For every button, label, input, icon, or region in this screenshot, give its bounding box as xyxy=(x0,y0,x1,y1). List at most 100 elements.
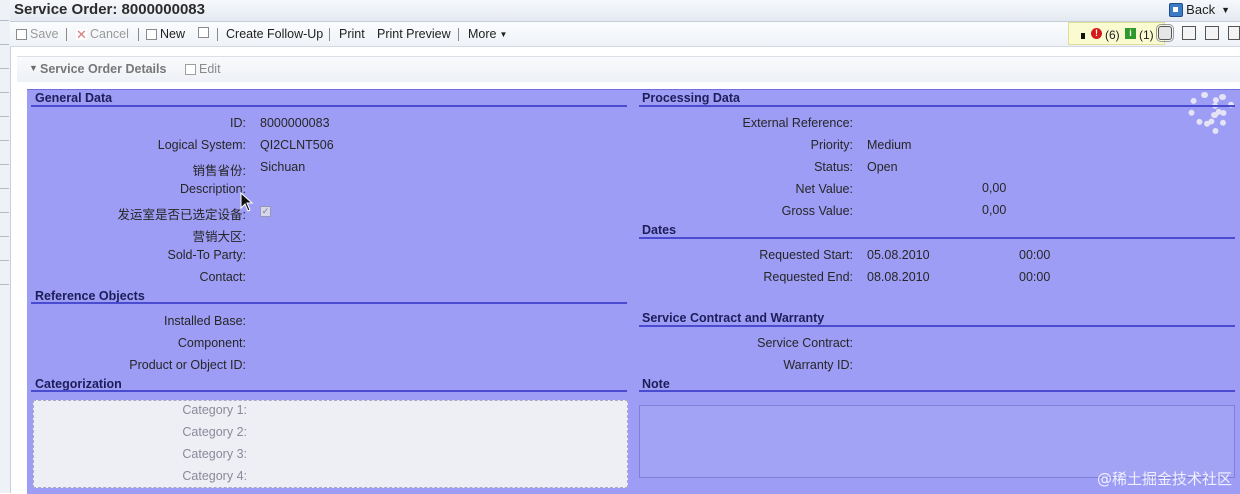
reference-objects-header: Reference Objects xyxy=(35,289,145,303)
contact-label: Contact: xyxy=(199,270,246,284)
service-contract-label: Service Contract: xyxy=(757,336,853,350)
wrench-icon[interactable] xyxy=(1228,26,1240,40)
priority-value: Medium xyxy=(867,138,912,152)
service-contract-header: Service Contract and Warranty xyxy=(642,311,825,325)
save-label: Save xyxy=(30,27,59,41)
section-divider xyxy=(31,105,627,107)
save-icon xyxy=(16,28,27,40)
cancel-button[interactable]: ✕ Cancel xyxy=(76,27,129,41)
gears-icon xyxy=(1186,92,1234,134)
more-label: More xyxy=(468,27,497,41)
toolbar: Save ✕ Cancel New Create Follow-Up Print … xyxy=(10,22,1240,47)
panel-title[interactable]: Service Order Details xyxy=(40,62,166,76)
processing-data-header: Processing Data xyxy=(642,91,740,105)
info-icon: i xyxy=(1125,28,1136,39)
document-search-icon[interactable] xyxy=(1182,26,1196,40)
note-header: Note xyxy=(642,377,670,391)
category-3-label: Category 3: xyxy=(182,447,247,461)
error-count: (6) xyxy=(1105,28,1120,42)
more-menu[interactable]: More ▼ xyxy=(468,27,507,41)
service-order-details-header: ▼ Service Order Details Edit xyxy=(17,56,1240,82)
new-document-icon xyxy=(146,28,157,40)
section-divider xyxy=(639,390,1235,392)
requested-start-time: 00:00 xyxy=(1019,248,1051,262)
categorization-header: Categorization xyxy=(35,377,122,391)
sold-to-party-label: Sold-To Party: xyxy=(167,248,246,262)
print-preview-button[interactable]: Print Preview xyxy=(377,27,451,41)
priority-label: Priority: xyxy=(810,138,853,152)
product-object-id-label: Product or Object ID: xyxy=(129,358,246,372)
net-value-label: Net Value: xyxy=(795,182,853,196)
section-divider xyxy=(31,302,627,304)
id-label: ID: xyxy=(230,116,246,130)
separator xyxy=(329,28,330,41)
edit-label: Edit xyxy=(199,62,221,76)
chevron-down-icon: ▼ xyxy=(499,29,508,39)
equipment-selected-label: 发运室是否已选定设备: xyxy=(117,208,246,222)
copy-button[interactable] xyxy=(198,27,209,38)
new-label: New xyxy=(160,27,186,41)
error-icon: ! xyxy=(1091,28,1102,39)
section-divider xyxy=(639,325,1235,327)
left-edge-strip xyxy=(0,0,11,493)
watermark: @稀土掘金技术社区 xyxy=(1096,470,1232,488)
print-button[interactable]: Print xyxy=(339,27,365,41)
warranty-id-label: Warranty ID: xyxy=(783,358,853,372)
section-divider xyxy=(639,237,1235,239)
general-data-header: General Data xyxy=(35,91,113,105)
dates-header: Dates xyxy=(642,223,677,237)
cancel-icon: ✕ xyxy=(76,26,87,42)
description-label: Description: xyxy=(180,182,246,196)
separator xyxy=(66,28,67,41)
component-label: Component: xyxy=(177,336,246,350)
gross-value-label: Gross Value: xyxy=(781,204,853,218)
edit-button[interactable]: Edit xyxy=(185,62,221,76)
logical-system-value: QI2CLNT506 xyxy=(260,138,334,152)
new-button[interactable]: New xyxy=(146,27,185,41)
categorization-box: Category 1: Category 2: Category 3: Cate… xyxy=(33,400,628,488)
installed-base-label: Installed Base: xyxy=(164,314,246,328)
gross-value: 0,00 xyxy=(982,203,1007,217)
back-button[interactable]: Back ▼ xyxy=(1169,2,1230,17)
net-value: 0,00 xyxy=(982,181,1007,195)
edit-icon xyxy=(185,63,196,75)
title-bar: Service Order: 8000000083 Back ▼ xyxy=(10,0,1240,22)
cursor-icon xyxy=(1081,33,1085,39)
info-count: (1) xyxy=(1139,28,1154,42)
marketing-region-label: 营销大区: xyxy=(192,230,246,244)
copy-icon xyxy=(198,27,209,38)
separator xyxy=(458,28,459,41)
equipment-selected-checkbox[interactable]: ✓ xyxy=(260,206,271,217)
category-4-label: Category 4: xyxy=(182,469,247,483)
id-value: 8000000083 xyxy=(260,116,330,130)
details-content: General Data ID: 8000000083 Logical Syst… xyxy=(27,89,1240,494)
message-bar[interactable]: ! (6) i (1) xyxy=(1068,22,1165,45)
requested-end-time: 00:00 xyxy=(1019,270,1051,284)
list-document-icon[interactable] xyxy=(1205,26,1219,40)
back-icon xyxy=(1169,2,1184,17)
requested-end-label: Requested End: xyxy=(763,270,853,284)
category-2-label: Category 2: xyxy=(182,425,247,439)
collapse-toggle-icon[interactable]: ▼ xyxy=(29,63,38,73)
settings-gear-icon[interactable] xyxy=(1156,24,1174,42)
separator xyxy=(217,28,218,41)
chevron-down-icon: ▼ xyxy=(1221,4,1230,15)
sales-province-label: 销售省份: xyxy=(192,164,246,178)
back-label: Back xyxy=(1186,2,1216,17)
status-label: Status: xyxy=(814,160,853,174)
create-followup-button[interactable]: Create Follow-Up xyxy=(226,27,323,41)
external-reference-label: External Reference: xyxy=(742,116,853,130)
sales-province-value: Sichuan xyxy=(260,160,306,174)
section-divider xyxy=(639,105,1235,107)
status-value: Open xyxy=(867,160,898,174)
requested-end-date: 08.08.2010 xyxy=(867,270,930,284)
section-divider xyxy=(31,390,627,392)
cancel-label: Cancel xyxy=(90,27,129,41)
logical-system-label: Logical System: xyxy=(157,138,246,152)
separator xyxy=(138,28,139,41)
category-1-label: Category 1: xyxy=(182,403,247,417)
requested-start-label: Requested Start: xyxy=(759,248,853,262)
save-button[interactable]: Save xyxy=(16,27,59,41)
page-title: Service Order: 8000000083 xyxy=(14,1,205,18)
requested-start-date: 05.08.2010 xyxy=(867,248,930,262)
